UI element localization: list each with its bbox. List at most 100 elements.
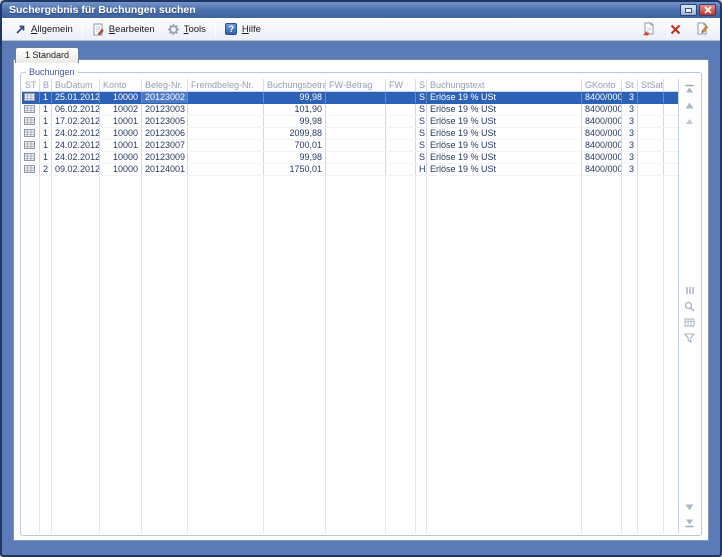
cell-fw-betrag — [326, 92, 386, 103]
table-row[interactable]: 117.02.2012100012012300599,98SErlöse 19 … — [22, 116, 678, 128]
filler-column — [664, 176, 678, 533]
column-header-beleg-nr-[interactable]: Beleg-Nr. — [142, 79, 188, 91]
cell-fw — [386, 104, 416, 115]
menu-allgemein[interactable]: Allgemein — [8, 21, 79, 38]
cell-beleg-nr-: 20124001 — [142, 164, 188, 175]
move-up-icon[interactable] — [682, 98, 697, 112]
move-to-top-icon[interactable] — [682, 82, 697, 96]
column-header-b[interactable]: B — [40, 79, 52, 91]
window-title: Suchergebnis für Buchungen suchen — [9, 4, 196, 16]
column-header-st[interactable]: ST — [22, 79, 40, 91]
filler-column — [264, 176, 326, 533]
menu-hilfe[interactable]: ? Hilfe — [219, 21, 267, 38]
cell-buchungsbetrag-: 101,90 — [264, 104, 326, 115]
filler-column — [638, 176, 664, 533]
cell-filler — [664, 164, 678, 175]
move-to-bottom-icon[interactable] — [682, 516, 697, 530]
restore-button[interactable] — [680, 4, 697, 16]
cell-filler — [664, 152, 678, 163]
row-type-icon — [22, 152, 40, 163]
cell-s: S — [416, 116, 427, 127]
gear-icon — [167, 23, 180, 36]
menu-bearbeiten[interactable]: Bearbeiten — [86, 21, 161, 38]
table-row[interactable]: 124.02.201210000201230062099,88SErlöse 1… — [22, 128, 678, 140]
filler-column — [100, 176, 142, 533]
move-down-icon[interactable] — [682, 500, 697, 514]
cell-st: 3 — [622, 128, 638, 139]
buchungen-groupbox: Buchungen STBBuDatumKontoBeleg-Nr.Fremdb… — [20, 67, 702, 536]
cell-budatum: 06.02.2012 — [52, 104, 100, 115]
cell-st: 3 — [622, 116, 638, 127]
row-type-icon — [22, 104, 40, 115]
close-icon — [704, 6, 712, 14]
cell-buchungsbetrag-: 99,98 — [264, 152, 326, 163]
page-up-icon[interactable] — [682, 114, 697, 128]
cell-buchungsbetrag-: 99,98 — [264, 92, 326, 103]
column-header-gkonto[interactable]: GKonto — [582, 79, 622, 91]
tab-strip: 1 Standard — [2, 41, 720, 59]
column-header-budatum[interactable]: BuDatum — [52, 79, 100, 91]
table-icon[interactable] — [682, 315, 697, 329]
groupbox-label: Buchungen — [26, 67, 78, 77]
cell-stsatz — [638, 128, 664, 139]
column-header-s[interactable]: S — [416, 79, 427, 91]
table-row[interactable]: 106.02.20121000220123003101,90SErlöse 19… — [22, 104, 678, 116]
cell-fremdbeleg-nr- — [188, 104, 264, 115]
filler-column — [326, 176, 386, 533]
cell-stsatz — [638, 92, 664, 103]
cell-buchungstext: Erlöse 19 % USt — [427, 128, 582, 139]
search-icon[interactable] — [682, 299, 697, 313]
tab-standard[interactable]: 1 Standard — [15, 47, 79, 63]
document-edit-icon[interactable] — [695, 22, 710, 37]
close-button[interactable] — [699, 4, 716, 16]
column-header-fw[interactable]: FW — [386, 79, 416, 91]
title-bar[interactable]: Suchergebnis für Buchungen suchen — [2, 2, 720, 18]
cell-fw-betrag — [326, 128, 386, 139]
cell-fremdbeleg-nr- — [188, 128, 264, 139]
menu-tools[interactable]: Tools — [161, 21, 212, 38]
cell-b: 1 — [40, 152, 52, 163]
app-window: Suchergebnis für Buchungen suchen Allgem… — [0, 0, 722, 557]
cell-konto: 10001 — [100, 140, 142, 151]
help-icon: ? — [225, 23, 238, 36]
cell-s: S — [416, 152, 427, 163]
filler-column — [416, 176, 427, 533]
table-row[interactable]: 125.01.2012100002012300299,98SErlöse 19 … — [22, 92, 678, 104]
bookings-grid: STBBuDatumKontoBeleg-Nr.Fremdbeleg-Nr.Bu… — [22, 79, 679, 533]
cell-st: 3 — [622, 164, 638, 175]
row-type-icon — [22, 164, 40, 175]
table-row[interactable]: 124.02.2012100002012300999,98SErlöse 19 … — [22, 152, 678, 164]
cell-fremdbeleg-nr- — [188, 152, 264, 163]
cell-st: 3 — [622, 92, 638, 103]
cell-beleg-nr-: 20123002 — [142, 92, 188, 103]
filler-column — [40, 176, 52, 533]
cell-gkonto: 8400/000 — [582, 140, 622, 151]
table-row[interactable]: 124.02.20121000120123007700,01SErlöse 19… — [22, 140, 678, 152]
cell-gkonto: 8400/000 — [582, 128, 622, 139]
cell-b: 1 — [40, 104, 52, 115]
arrow-up-right-icon — [14, 23, 27, 36]
cell-fremdbeleg-nr- — [188, 92, 264, 103]
column-header-stsatz[interactable]: StSatz — [638, 79, 664, 91]
column-header-fremdbeleg-nr-[interactable]: Fremdbeleg-Nr. — [188, 79, 264, 91]
columns-icon[interactable] — [682, 283, 697, 297]
cell-filler — [664, 140, 678, 151]
table-row[interactable]: 209.02.201210000201240011750,01HErlöse 1… — [22, 164, 678, 176]
cell-buchungstext: Erlöse 19 % USt — [427, 92, 582, 103]
column-header-filler — [664, 79, 678, 91]
document-export-icon[interactable] — [641, 22, 656, 37]
filler-column — [582, 176, 622, 533]
delete-icon[interactable] — [668, 22, 683, 37]
grid-filler — [22, 176, 678, 533]
row-type-icon — [22, 128, 40, 139]
row-type-icon — [22, 140, 40, 151]
cell-buchungsbetrag-: 1750,01 — [264, 164, 326, 175]
column-header-fw-betrag[interactable]: FW-Betrag — [326, 79, 386, 91]
menu-label: Bearbeiten — [109, 24, 155, 35]
column-header-buchungsbetrag-[interactable]: Buchungsbetrag € — [264, 79, 326, 91]
column-header-st[interactable]: St — [622, 79, 638, 91]
column-header-buchungstext[interactable]: Buchungstext — [427, 79, 582, 91]
filter-icon[interactable] — [682, 331, 697, 345]
cell-b: 2 — [40, 164, 52, 175]
column-header-konto[interactable]: Konto — [100, 79, 142, 91]
